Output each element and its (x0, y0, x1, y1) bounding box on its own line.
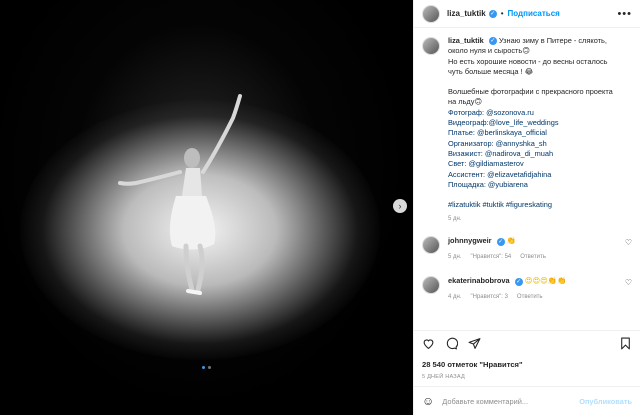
caption-line-14[interactable]: Площадка: @yubiarena (448, 180, 613, 190)
caption-line-13[interactable]: Ассистент: @elizavetafidjahina (448, 170, 613, 180)
caption-username[interactable]: liza_tuktik (448, 36, 484, 45)
comment-likes[interactable]: "Нравится": 54 (471, 252, 512, 262)
comment-time: 4 дн. (448, 294, 462, 301)
caption-line-11[interactable]: Визажист: @nadirova_di_muah (448, 149, 613, 159)
comment-meta: 5 дн. "Нравится": 54 Ответить (448, 252, 625, 262)
like-icon[interactable] (422, 337, 435, 353)
header-separator: • (500, 9, 504, 18)
caption-hashtags[interactable]: #lizatuktik #tuktik #figureskating (448, 200, 613, 210)
comment-text: 👏 (506, 236, 516, 246)
skater-figure (118, 94, 242, 295)
post-date: 5 ДНЕЙ НАЗАД (422, 374, 465, 380)
caption-blank (448, 77, 613, 87)
author-username[interactable]: liza_tuktik (447, 9, 486, 18)
comment-time: 5 дн. (448, 254, 462, 261)
comment-icon[interactable] (445, 337, 459, 353)
caption-time: 5 дн. (448, 216, 462, 223)
post-modal: › liza_tuktik ✓ • Подписаться ••• liza_t… (0, 0, 640, 415)
likes-count[interactable]: 28 540 отметок "Нравится" (414, 358, 640, 369)
caption-line-12[interactable]: Свет: @gildiamasterov (448, 159, 613, 169)
comment-item: johnnygweir ✓ 👏 5 дн. "Нравится": 54 Отв… (422, 236, 632, 262)
comment-username[interactable]: ekaterinabobrova (448, 276, 510, 285)
reply-button[interactable]: Ответить (517, 292, 543, 302)
comment-body: ekaterinabobrova ✓ 😍😍😍👏👏 4 дн. "Нравится… (448, 276, 625, 302)
caption-line-3: чуть больше месяца ! 😂 (448, 66, 534, 76)
caption-line-6: на льду🙃 (448, 97, 483, 107)
caption-line-7[interactable]: Фотограф: @sozonova.ru (448, 108, 613, 118)
carousel-dots (0, 366, 413, 369)
comment-body: johnnygweir ✓ 👏 5 дн. "Нравится": 54 Отв… (448, 236, 625, 262)
caption-line-9[interactable]: Платье: @berlinskaya_official (448, 128, 613, 138)
comment-username[interactable]: johnnygweir (448, 236, 492, 245)
caption-line-1: около нуля и сырость🙃 (448, 46, 530, 56)
verified-icon: ✓ (488, 9, 497, 18)
caption-line-2: Но есть хорошие новости - до весны остал… (448, 56, 608, 66)
bookmark-icon[interactable] (619, 337, 632, 353)
verified-icon: ✓ (496, 237, 505, 246)
comment-item: ekaterinabobrova ✓ 😍😍😍👏👏 4 дн. "Нравится… (422, 276, 632, 302)
comment-avatar[interactable] (422, 276, 440, 295)
verified-icon: ✓ (514, 277, 523, 286)
verified-icon: ✓ (488, 37, 497, 46)
follow-button[interactable]: Подписаться (508, 9, 560, 18)
caption-line-10[interactable]: Организатор: @annyshka_sh (448, 139, 613, 149)
comments-area[interactable]: liza_tuktik ✓ Узнаю зиму в Питере - сляк… (414, 28, 640, 330)
caption-line-8[interactable]: Видеограф:@love_life_weddings (448, 118, 613, 128)
caption-line-5: Волшебные фотографии с прекрасного проек… (448, 87, 613, 97)
comment-likes[interactable]: "Нравится": 3 (471, 292, 508, 302)
emoji-icon[interactable]: ☺ (422, 394, 434, 408)
carousel-dot-2 (208, 366, 211, 369)
carousel-dot-1 (202, 366, 205, 369)
like-comment-icon[interactable]: ♡ (625, 238, 632, 247)
post-sidebar: liza_tuktik ✓ • Подписаться ••• liza_tuk… (413, 0, 640, 415)
share-icon[interactable] (468, 337, 481, 353)
like-comment-icon[interactable]: ♡ (625, 278, 632, 287)
caption-blank (448, 190, 613, 200)
reply-button[interactable]: Ответить (520, 252, 546, 262)
post-media[interactable]: › (0, 0, 413, 415)
next-photo-button[interactable]: › (393, 199, 407, 213)
add-comment-bar: ☺ Опубликовать (414, 386, 640, 415)
caption-text: liza_tuktik ✓ Узнаю зиму в Питере - сляк… (448, 36, 613, 210)
post-header: liza_tuktik ✓ • Подписаться ••• (414, 0, 640, 28)
author-avatar[interactable] (422, 4, 440, 23)
comment-text: 😍😍😍👏👏 (524, 276, 567, 286)
caption-line-0: liza_tuktik ✓ Узнаю зиму в Питере - сляк… (448, 36, 607, 46)
comment-avatar[interactable] (422, 236, 440, 255)
comment-input[interactable] (442, 396, 580, 406)
caption-avatar[interactable] (422, 37, 440, 55)
publish-button[interactable]: Опубликовать (579, 397, 632, 406)
action-bar (414, 330, 640, 358)
caption: liza_tuktik ✓ Узнаю зиму в Питере - сляк… (422, 36, 632, 210)
more-options-icon[interactable]: ••• (617, 8, 632, 20)
comment-meta: 4 дн. "Нравится": 3 Ответить (448, 292, 625, 302)
